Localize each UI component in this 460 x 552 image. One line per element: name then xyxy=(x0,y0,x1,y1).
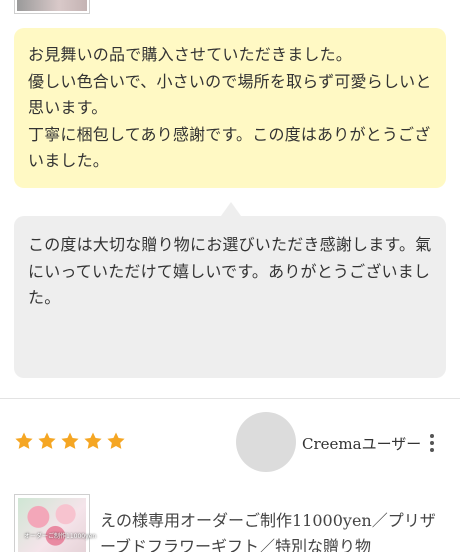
star-icon xyxy=(37,431,57,451)
more-options-icon[interactable] xyxy=(424,432,440,454)
product-image xyxy=(17,0,87,11)
review-comment: お見舞いの品で購入させていただきました。 優しい色合いで、小さいので場所を取らず… xyxy=(14,28,446,188)
star-rating xyxy=(14,431,126,451)
star-icon xyxy=(60,431,80,451)
previous-product-thumbnail[interactable] xyxy=(14,0,90,14)
product-thumbnail-caption: オーダーご制作11000yen xyxy=(24,533,97,540)
star-icon xyxy=(106,431,126,451)
star-icon xyxy=(83,431,103,451)
product-title-link[interactable]: えの様専用オーダーご制作11000yen／プリザーブドフラワーギフト／特別な贈り… xyxy=(100,508,450,552)
reviewer-name[interactable]: Creemaユーザー xyxy=(302,433,421,454)
review-divider xyxy=(0,398,460,399)
reply-bubble-tail xyxy=(221,202,241,216)
product-thumbnail[interactable]: オーダーご制作11000yen xyxy=(14,494,96,552)
user-avatar[interactable] xyxy=(236,412,296,472)
shop-reply: この度は大切な贈り物にお選びいただき感謝します。氣にいっていただけて嬉しいです。… xyxy=(14,216,446,378)
star-icon xyxy=(14,431,34,451)
product-image: オーダーご制作11000yen xyxy=(18,498,96,552)
